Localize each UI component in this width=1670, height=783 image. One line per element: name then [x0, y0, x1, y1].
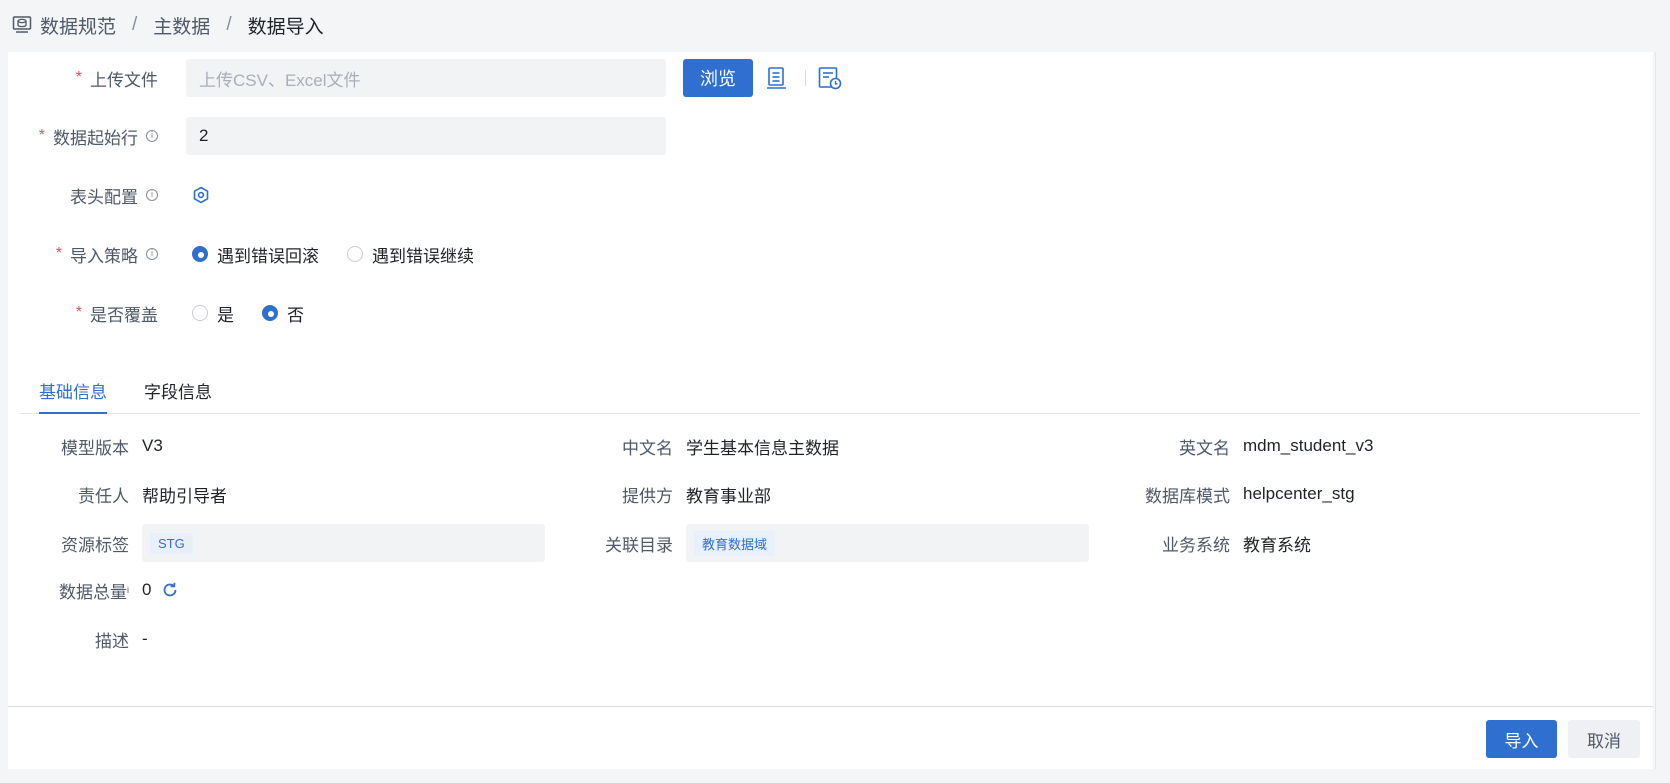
- info-label-text: 数据总量: [59, 582, 127, 602]
- divider: [805, 70, 806, 86]
- radio-rollback[interactable]: 遇到错误回滚: [192, 242, 319, 267]
- radio-dot[interactable]: [192, 305, 208, 321]
- info-icon[interactable]: i: [127, 585, 129, 595]
- upload-label-text: 上传文件: [90, 70, 158, 90]
- info-catalog: 关联目录 教育数据域: [556, 524, 1089, 562]
- template-icon[interactable]: [763, 64, 791, 92]
- info-description: 描述 -: [36, 620, 148, 658]
- scrollbar[interactable]: [1655, 52, 1667, 769]
- header-config-label-text: 表头配置: [70, 187, 138, 207]
- info-label: 关联目录: [605, 535, 673, 555]
- radio-label: 否: [287, 305, 304, 325]
- info-value: -: [142, 629, 148, 648]
- settings-hex-icon[interactable]: [192, 186, 210, 204]
- radio-dot[interactable]: [347, 246, 363, 262]
- info-label: 中文名: [622, 438, 673, 458]
- tab-field-info[interactable]: 字段信息: [144, 378, 212, 413]
- header-config-label: 表头配置 i: [8, 183, 168, 208]
- info-db-schema: 数据库模式 helpcenter_stg: [1070, 475, 1355, 513]
- info-value: mdm_student_v3: [1243, 436, 1374, 455]
- overwrite-row: * 是否覆盖 是 否: [8, 293, 332, 333]
- overwrite-label-text: 是否覆盖: [90, 305, 158, 325]
- strategy-row: * 导入策略 i 遇到错误回滚 遇到错误继续: [8, 234, 502, 274]
- breadcrumb-item-master-data[interactable]: 主数据: [153, 12, 210, 39]
- import-button[interactable]: 导入: [1486, 720, 1557, 758]
- info-total: 数据总量 i 0: [36, 571, 179, 609]
- info-label: 数据库模式: [1145, 486, 1230, 506]
- radio-label: 遇到错误继续: [372, 246, 474, 266]
- start-row-row: * 数据起始行 i 2: [8, 116, 666, 156]
- overwrite-label: * 是否覆盖: [8, 301, 168, 326]
- tag-stg: STG: [150, 532, 193, 554]
- strategy-label: * 导入策略 i: [8, 242, 168, 267]
- info-value: 教育事业部: [686, 486, 771, 506]
- info-label: 数据总量 i: [36, 578, 129, 603]
- breadcrumb-item-data-import: 数据导入: [247, 16, 324, 38]
- breadcrumb-item-data-standard[interactable]: 数据规范: [40, 12, 116, 39]
- info-resource-tag: 资源标签 STG: [36, 524, 545, 562]
- breadcrumb-separator: /: [132, 14, 138, 35]
- tag-edu-domain: 教育数据域: [694, 530, 776, 556]
- required-mark: *: [75, 304, 82, 321]
- catalog-tag-box[interactable]: 教育数据域: [686, 524, 1089, 562]
- info-icon[interactable]: i: [146, 130, 158, 142]
- info-value: helpcenter_stg: [1243, 484, 1355, 503]
- upload-row: * 上传文件 上传CSV、Excel文件 浏览: [8, 58, 844, 98]
- strategy-label-text: 导入策略: [70, 246, 138, 266]
- refresh-icon[interactable]: [161, 581, 179, 599]
- info-tabs: 基础信息 字段信息: [20, 372, 1640, 414]
- info-label: 责任人: [78, 486, 129, 506]
- resource-tag-box[interactable]: STG: [142, 524, 545, 562]
- footer-divider: [8, 706, 1653, 707]
- breadcrumb: 数据规范 / 主数据 / 数据导入: [12, 10, 324, 40]
- browse-button[interactable]: 浏览: [683, 59, 753, 97]
- tab-basic-info[interactable]: 基础信息: [39, 378, 107, 414]
- info-icon[interactable]: i: [146, 189, 158, 201]
- radio-overwrite-no[interactable]: 否: [262, 301, 304, 326]
- info-icon[interactable]: i: [146, 248, 158, 260]
- info-label: 模型版本: [61, 438, 129, 458]
- history-icon[interactable]: [816, 64, 844, 92]
- import-panel: * 上传文件 上传CSV、Excel文件 浏览 * 数据起始行 i 2 表头配置…: [8, 52, 1653, 769]
- info-value: V3: [142, 436, 163, 455]
- required-mark: *: [75, 69, 82, 86]
- required-mark: *: [55, 245, 62, 262]
- start-row-label: * 数据起始行 i: [8, 124, 168, 149]
- data-standard-icon: [12, 16, 32, 33]
- info-value: 帮助引导者: [142, 486, 227, 506]
- radio-label: 是: [217, 305, 234, 325]
- radio-overwrite-yes[interactable]: 是: [192, 301, 234, 326]
- radio-dot-checked[interactable]: [192, 246, 208, 262]
- upload-label: * 上传文件: [8, 66, 168, 91]
- info-label: 业务系统: [1162, 535, 1230, 555]
- info-value: 0: [142, 580, 152, 599]
- radio-continue[interactable]: 遇到错误继续: [347, 242, 474, 267]
- header-config-row: 表头配置 i: [8, 175, 210, 215]
- info-chinese-name: 中文名 学生基本信息主数据: [556, 427, 839, 465]
- radio-dot-checked[interactable]: [262, 305, 278, 321]
- info-english-name: 英文名 mdm_student_v3: [1070, 427, 1373, 465]
- info-provider: 提供方 教育事业部: [556, 475, 771, 513]
- upload-file-input[interactable]: 上传CSV、Excel文件: [186, 59, 666, 97]
- cancel-button[interactable]: 取消: [1568, 720, 1640, 758]
- info-value: 教育系统: [1243, 535, 1311, 555]
- info-model-version: 模型版本 V3: [36, 427, 163, 465]
- info-business-system: 业务系统 教育系统: [1070, 524, 1311, 562]
- breadcrumb-separator: /: [226, 14, 232, 35]
- radio-label: 遇到错误回滚: [217, 246, 319, 266]
- info-label: 英文名: [1179, 438, 1230, 458]
- info-label: 提供方: [622, 486, 673, 506]
- info-value: 学生基本信息主数据: [686, 438, 839, 458]
- info-label: 资源标签: [61, 535, 129, 555]
- start-row-input[interactable]: 2: [186, 117, 666, 155]
- info-label: 描述: [95, 631, 129, 651]
- required-mark: *: [38, 127, 45, 144]
- start-row-label-text: 数据起始行: [53, 128, 138, 148]
- info-owner: 责任人 帮助引导者: [36, 475, 227, 513]
